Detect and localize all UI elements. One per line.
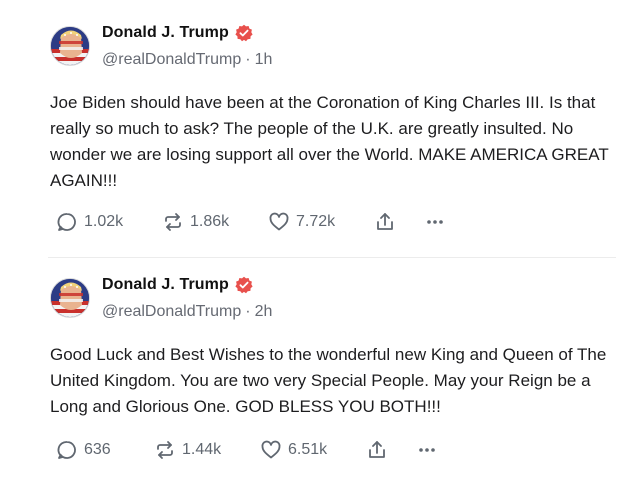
retruth-button[interactable]: 1.86k: [162, 211, 268, 233]
handle-row: @realDonaldTrump · 1h: [102, 51, 272, 69]
post-actions: 636 1.44k 6.51k: [56, 436, 438, 464]
share-button[interactable]: [366, 439, 416, 461]
more-dots-icon: [416, 439, 438, 461]
retruth-button[interactable]: 1.44k: [154, 439, 260, 461]
heart-icon: [268, 211, 290, 233]
post-time[interactable]: 1h: [255, 51, 273, 68]
like-count: 6.51k: [288, 441, 328, 458]
post-actions: 1.02k 1.86k 7.72k: [56, 208, 446, 236]
share-upload-icon: [374, 211, 396, 233]
author-handle[interactable]: @realDonaldTrump: [102, 303, 241, 320]
feed: Donald J. Trump @realDonaldTrump · 1h Joe …: [0, 0, 640, 482]
retruth-arrows-icon: [162, 211, 184, 233]
share-upload-icon: [366, 439, 388, 461]
separator-dot: ·: [245, 303, 251, 320]
verified-badge-icon: [235, 24, 253, 42]
reply-bubble-icon: [56, 439, 78, 461]
author-name[interactable]: Donald J. Trump: [102, 276, 229, 294]
reply-count: 636: [84, 441, 111, 458]
avatar[interactable]: [50, 278, 90, 318]
author-name[interactable]: Donald J. Trump: [102, 24, 229, 42]
post-text: Joe Biden should have been at the Corona…: [50, 93, 609, 190]
author-row: Donald J. Trump: [102, 276, 253, 294]
retruth-count: 1.44k: [182, 441, 222, 458]
author-row: Donald J. Trump: [102, 24, 253, 42]
reply-button[interactable]: 1.02k: [56, 211, 162, 233]
reply-count: 1.02k: [84, 213, 124, 230]
author-handle[interactable]: @realDonaldTrump: [102, 51, 241, 68]
share-button[interactable]: [374, 211, 424, 233]
reply-button[interactable]: 636: [56, 439, 154, 461]
retruth-count: 1.86k: [190, 213, 230, 230]
reply-bubble-icon: [56, 211, 78, 233]
like-button[interactable]: 6.51k: [260, 439, 366, 461]
heart-icon: [260, 439, 282, 461]
post-time[interactable]: 2h: [255, 303, 273, 320]
post-text: Good Luck and Best Wishes to the wonderf…: [50, 345, 607, 416]
handle-row: @realDonaldTrump · 2h: [102, 303, 272, 321]
post-item[interactable]: Donald J. Trump @realDonaldTrump · 2h Good…: [0, 258, 640, 482]
more-dots-icon: [424, 211, 446, 233]
more-options-button[interactable]: [416, 439, 438, 461]
like-count: 7.72k: [296, 213, 336, 230]
verified-badge-icon: [235, 276, 253, 294]
post-item[interactable]: Donald J. Trump @realDonaldTrump · 1h Joe …: [0, 0, 640, 258]
retruth-arrows-icon: [154, 439, 176, 461]
like-button[interactable]: 7.72k: [268, 211, 374, 233]
separator-dot: ·: [245, 51, 251, 68]
more-options-button[interactable]: [424, 211, 446, 233]
avatar[interactable]: [50, 26, 90, 66]
